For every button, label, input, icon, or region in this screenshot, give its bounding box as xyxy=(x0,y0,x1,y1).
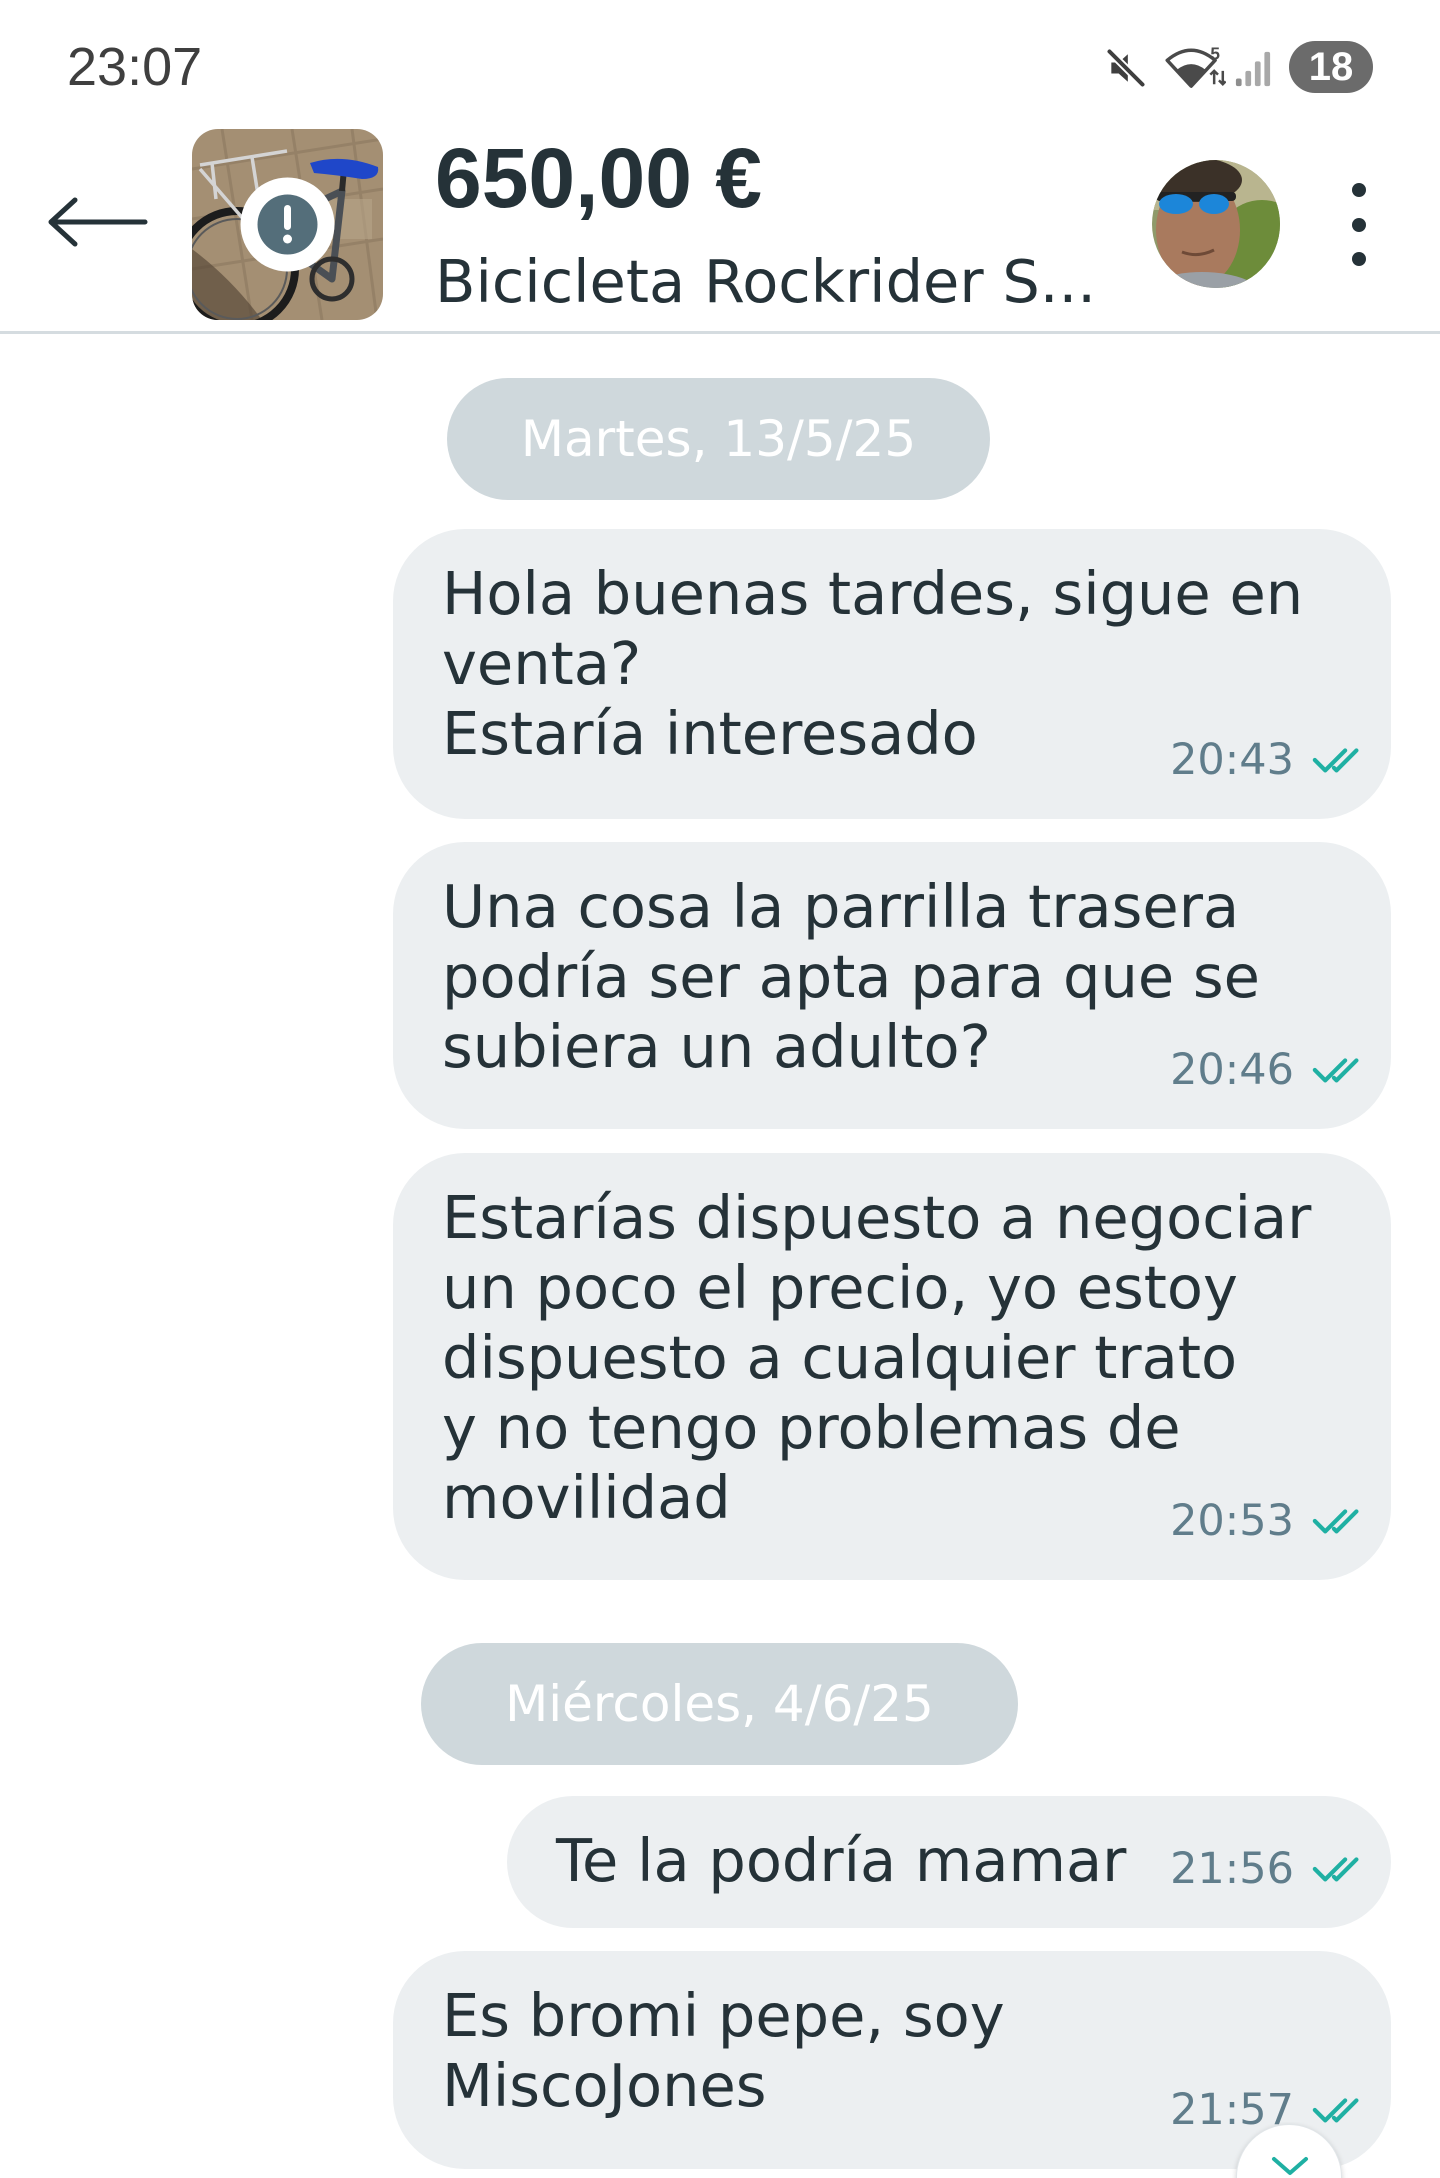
message-bubble[interactable]: Estarías dispuesto a negociar un poco el… xyxy=(393,1153,1391,1580)
chevron-down-icon xyxy=(1272,2157,1308,2175)
item-photo xyxy=(192,129,383,320)
scroll-to-bottom-button[interactable] xyxy=(1236,2124,1342,2178)
message-line: podría ser apta para que se xyxy=(442,942,1260,1011)
message-text: Una cosa la parrilla trasera podría ser … xyxy=(442,872,1260,1082)
scroll-button-area xyxy=(1230,2122,1348,2178)
double-check-icon xyxy=(1312,1857,1359,1882)
message-bubble[interactable]: Una cosa la parrilla trasera podría ser … xyxy=(393,842,1391,1129)
date-separator: Martes, 13/5/25 xyxy=(447,378,990,500)
message-line: subiera un adulto? xyxy=(442,1012,991,1081)
message-text: Es bromi pepe, soy MiscoJones xyxy=(442,1981,1005,2121)
seller-avatar[interactable] xyxy=(1152,160,1280,288)
double-check-icon xyxy=(1312,1058,1359,1083)
wifi-icon: 5 xyxy=(1165,44,1226,88)
message-bubble[interactable]: Hola buenas tardes, sigue en venta? Esta… xyxy=(393,529,1391,819)
message-time: 20:46 xyxy=(1170,1045,1294,1095)
message-meta: 20:43 xyxy=(1170,735,1361,785)
item-thumbnail[interactable] xyxy=(192,129,383,320)
chat-header: 650,00 € Bicicleta Rockrider S... xyxy=(0,110,1440,334)
message-time: 20:43 xyxy=(1170,735,1294,785)
message-line: Te la podría mamar xyxy=(556,1826,1127,1895)
header-divider xyxy=(0,331,1440,334)
message-line: Una cosa la parrilla trasera xyxy=(442,872,1240,941)
message-line: Hola buenas tardes, sigue en xyxy=(442,559,1304,628)
arrow-left-icon xyxy=(48,197,148,247)
double-check-icon xyxy=(1312,2098,1359,2123)
item-price: 650,00 € xyxy=(435,131,762,225)
message-meta: 21:56 xyxy=(1170,1844,1361,1894)
message-time: 21:56 xyxy=(1170,1844,1294,1894)
avatar-photo xyxy=(1152,160,1280,288)
item-title: Bicicleta Rockrider S... xyxy=(435,247,1097,316)
message-line: y no tengo problemas de xyxy=(442,1393,1181,1462)
message-line: venta? xyxy=(442,629,642,698)
double-check-icon xyxy=(1312,748,1359,773)
more-options-button[interactable] xyxy=(1324,168,1394,280)
more-vertical-icon-dot xyxy=(1352,252,1366,266)
more-vertical-icon-dot xyxy=(1352,218,1366,232)
status-time: 23:07 xyxy=(67,37,203,97)
message-text: Estarías dispuesto a negociar un poco el… xyxy=(442,1183,1311,1533)
mute-icon xyxy=(1106,48,1146,88)
message-meta: 20:46 xyxy=(1170,1045,1361,1095)
message-bubble[interactable]: Te la podría mamar 21:56 xyxy=(507,1796,1391,1928)
message-time: 20:53 xyxy=(1170,1496,1294,1546)
message-line: dispuesto a cualquier trato xyxy=(442,1323,1238,1392)
signal-icon xyxy=(1235,51,1271,87)
wifi-band-label: 5 xyxy=(1210,44,1220,63)
battery-level: 18 xyxy=(1308,45,1354,89)
message-line: un poco el precio, yo estoy xyxy=(442,1253,1238,1322)
back-button[interactable] xyxy=(40,180,160,264)
message-text: Te la podría mamar xyxy=(556,1826,1126,1896)
more-vertical-icon xyxy=(1352,183,1366,197)
date-separator: Miércoles, 4/6/25 xyxy=(421,1643,1018,1765)
item-summary[interactable]: 650,00 € Bicicleta Rockrider S... xyxy=(192,129,1132,320)
battery-icon: 18 xyxy=(1289,41,1373,93)
double-check-icon xyxy=(1312,1509,1359,1534)
status-bar: 23:07 5 18 xyxy=(0,0,1440,110)
message-line: Estarías dispuesto a negociar xyxy=(442,1183,1312,1252)
message-meta: 20:53 xyxy=(1170,1496,1361,1546)
message-line: MiscoJones xyxy=(442,2051,767,2120)
message-line: Es bromi pepe, soy xyxy=(442,1981,1005,2050)
